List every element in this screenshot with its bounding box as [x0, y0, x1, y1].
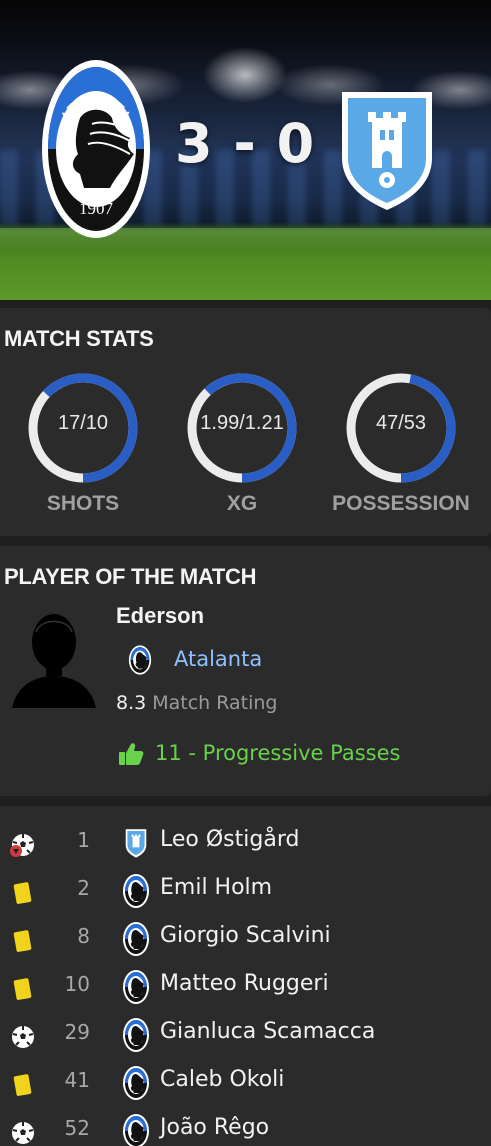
- own-goal-icon: [10, 832, 36, 858]
- list-item[interactable]: 29 Gianluca Scamacca: [0, 1012, 491, 1060]
- away-team-badge-icon[interactable]: [338, 88, 436, 212]
- yellow-card-icon: [10, 928, 36, 954]
- list-item[interactable]: 41 Caleb Okoli: [0, 1060, 491, 1108]
- event-minute: 41: [64, 1068, 90, 1092]
- possession-label: POSSESSION: [332, 492, 470, 515]
- atalanta-badge-year: 1907: [79, 199, 114, 218]
- stat-xg: 1.99/1.21 XG: [162, 368, 322, 528]
- potm-rating-label: Match Rating: [152, 692, 278, 714]
- match-stats-card: MATCH STATS 17/10 SHOTS 1.99/1.21 XG 47/…: [0, 308, 491, 536]
- event-player[interactable]: João Rêgo: [160, 1115, 269, 1140]
- goal-icon: [10, 1024, 36, 1050]
- match-header: ATALANTA 1907 3 - 0: [0, 0, 491, 300]
- stat-possession: 47/53 POSSESSION: [321, 368, 481, 528]
- event-minute: 10: [64, 972, 90, 996]
- atalanta-badge-icon: [122, 1113, 150, 1146]
- list-item[interactable]: 52 João Rêgo: [0, 1108, 491, 1146]
- potm-player-name[interactable]: Ederson: [116, 603, 204, 629]
- event-player[interactable]: Matteo Ruggeri: [160, 971, 329, 996]
- xg-value: 1.99/1.21: [200, 412, 284, 434]
- potm-title: PLAYER OF THE MATCH: [4, 564, 257, 589]
- atalanta-badge-icon[interactable]: ATALANTA 1907: [40, 58, 152, 240]
- event-player[interactable]: Emil Holm: [160, 875, 272, 900]
- yellow-card-icon: [10, 976, 36, 1002]
- event-player[interactable]: Caleb Okoli: [160, 1067, 284, 1092]
- away-team-badge-icon: [122, 825, 150, 861]
- shots-value: 17/10: [57, 412, 109, 434]
- list-item[interactable]: 2 Emil Holm: [0, 868, 491, 916]
- event-minute: 8: [77, 924, 90, 948]
- atalanta-badge-icon: [122, 873, 150, 909]
- event-minute: 1: [77, 828, 90, 852]
- list-item[interactable]: 1 Leo Østigård: [0, 820, 491, 868]
- atalanta-badge-icon: [122, 1017, 150, 1053]
- player-silhouette-icon[interactable]: [10, 610, 98, 710]
- stat-shots: 17/10 SHOTS: [3, 368, 163, 528]
- goal-icon: [10, 1120, 36, 1146]
- event-minute: 2: [77, 876, 90, 900]
- atalanta-badge-icon: [122, 969, 150, 1005]
- event-minute: 29: [64, 1020, 90, 1044]
- atalanta-badge-icon: [122, 1065, 150, 1101]
- match-stats-title: MATCH STATS: [4, 326, 154, 351]
- yellow-card-icon: [10, 1072, 36, 1098]
- potm-rating: 8.3 Match Rating: [116, 692, 278, 714]
- event-player[interactable]: Gianluca Scamacca: [160, 1019, 375, 1044]
- potm-key-stat: 11 - Progressive Passes: [155, 741, 401, 765]
- list-item[interactable]: 8 Giorgio Scalvini: [0, 916, 491, 964]
- atalanta-badge-icon: [122, 921, 150, 957]
- xg-label: XG: [226, 492, 258, 515]
- potm-rating-value: 8.3: [116, 692, 147, 714]
- atalanta-badge-icon: [128, 644, 152, 676]
- yellow-card-icon: [10, 880, 36, 906]
- list-item[interactable]: 10 Matteo Ruggeri: [0, 964, 491, 1012]
- potm-team-link[interactable]: Atalanta: [174, 647, 262, 671]
- event-player[interactable]: Giorgio Scalvini: [160, 923, 331, 948]
- thumbs-up-icon: [118, 741, 144, 767]
- match-score: 3 - 0: [175, 112, 316, 175]
- event-player[interactable]: Leo Østigård: [160, 827, 299, 852]
- event-minute: 52: [64, 1116, 90, 1140]
- possession-value: 47/53: [375, 412, 427, 434]
- shots-label: SHOTS: [46, 492, 120, 515]
